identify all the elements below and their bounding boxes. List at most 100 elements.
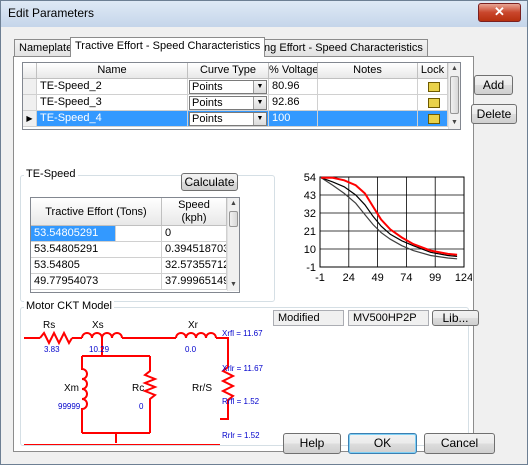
scroll-thumb[interactable] [450,76,459,114]
voltage-cell[interactable]: 92.86 [269,95,318,111]
te-speed-chart: -1 24 49 74 99 124 54 43 32 21 10 -1 [304,172,472,284]
x-tick-label: 124 [455,272,472,284]
lock-cell[interactable] [418,95,448,111]
te-speed-grid: Tractive Effort (Tons) Speed (kph) 53.54… [30,197,240,293]
lib-button[interactable]: Lib... [432,310,479,326]
rs-label: Rs [43,320,55,331]
library-id-field: MV500HP2P [348,310,429,326]
speed-cell[interactable]: 0.394518703 [162,242,227,258]
col-curve-type[interactable]: Curve Type [188,63,269,79]
lock-icon[interactable] [428,114,440,124]
speed-cell[interactable]: 0 [162,226,227,242]
tractive-effort-cell[interactable]: 49.77954073 [31,274,162,290]
curve-name-cell[interactable]: TE-Speed_3 [37,95,188,111]
curves-scrollbar[interactable]: ▲ ▼ [448,63,460,129]
lock-icon[interactable] [428,98,440,108]
dialog-content: Nameplate Tractive Effort - Speed Charac… [7,27,519,455]
ok-button[interactable]: OK [348,433,417,454]
scroll-up-icon[interactable]: ▲ [449,63,460,75]
tractive-effort-cell[interactable]: 53.54805291 [31,226,116,242]
x-tick-label: 99 [429,272,441,284]
scroll-down-icon[interactable]: ▼ [228,279,239,291]
cancel-button[interactable]: Cancel [424,433,495,454]
xr-value: 0.0 [185,345,197,354]
xs-value: 10.29 [89,345,110,354]
x-tick-label: -1 [315,272,325,284]
row-pointer-icon[interactable]: ▶ [23,111,37,127]
te-speed-group-label: TE-Speed [24,168,78,180]
lock-icon[interactable] [428,82,440,92]
voltage-cell[interactable]: 100 [269,111,318,127]
curve-type-cell[interactable]: Points ▼ [188,111,269,127]
curve-type-dropdown[interactable]: Points ▼ [189,80,267,94]
curve-type-value: Points [192,97,223,109]
notes-cell[interactable] [318,111,418,127]
curve-type-value: Points [192,81,223,93]
wire [216,337,229,367]
tab-nameplate[interactable]: Nameplate [14,39,78,56]
col-name[interactable]: Name [37,63,188,79]
scroll-down-icon[interactable]: ▼ [449,117,460,129]
filler-cell [116,226,162,242]
x-tick-label: 49 [371,272,383,284]
chevron-down-icon[interactable]: ▼ [253,113,266,125]
y-tick-label: 54 [304,172,316,184]
notes-cell[interactable] [318,79,418,95]
rrfl-annotation: Rrfl = 1.52 [222,397,260,406]
y-tick-label: 32 [304,208,316,220]
rrlr-annotation: Rrlr = 1.52 [222,431,260,440]
tractive-effort-cell[interactable]: 53.54805 [31,258,162,274]
scroll-up-icon[interactable]: ▲ [228,198,239,210]
tab-tractive-effort[interactable]: Tractive Effort - Speed Characteristics [70,37,266,57]
rs-value: 3.83 [44,345,60,354]
shunt-bottom-wire [82,432,150,443]
xr-inductor [175,332,217,339]
speed-cell[interactable]: 32.57355712 [162,258,227,274]
scroll-thumb[interactable] [229,211,238,227]
xm-inductor [81,356,88,433]
row-header[interactable] [23,79,37,95]
x-tick-label: 24 [343,272,355,284]
xs-inductor [81,332,123,339]
tractive-effort-cell[interactable]: 53.54805291 [31,242,162,258]
row-header-corner [23,63,37,79]
curve-type-cell[interactable]: Points ▼ [188,95,269,111]
rc-resistor [142,356,158,433]
speed-cell[interactable]: 37.99965149 [162,274,227,290]
curve-type-cell[interactable]: Points ▼ [188,79,269,95]
chevron-down-icon[interactable]: ▼ [253,97,266,109]
help-button[interactable]: Help [283,433,341,454]
edit-parameters-window: Edit Parameters ✕ Nameplate Tractive Eff… [0,0,528,465]
window-title: Edit Parameters [8,6,95,20]
add-button[interactable]: Add [474,75,513,95]
delete-button[interactable]: Delete [471,104,517,124]
notes-cell[interactable] [318,95,418,111]
curve-type-dropdown[interactable]: Points ▼ [189,112,267,126]
xs-label: Xs [92,320,104,331]
te-speed-scrollbar[interactable]: ▲ ▼ [227,198,239,291]
curves-grid: Name Curve Type % Voltage Notes Lock TE-… [22,62,461,130]
curve-name-cell[interactable]: TE-Speed_2 [37,79,188,95]
rs-resistor [39,330,73,346]
motor-status-field: Modified [273,310,344,326]
col-voltage[interactable]: % Voltage [269,63,318,79]
col-lock[interactable]: Lock [418,63,448,79]
col-tractive-effort[interactable]: Tractive Effort (Tons) [31,198,162,226]
xr-label: Xr [188,320,199,331]
curve-name-cell[interactable]: TE-Speed_4 [37,111,188,127]
col-notes[interactable]: Notes [318,63,418,79]
lock-cell[interactable] [418,111,448,127]
voltage-cell[interactable]: 80.96 [269,79,318,95]
xrfl-annotation: Xrfl = 11.67 [222,329,263,338]
row-header[interactable] [23,95,37,111]
lock-cell[interactable] [418,79,448,95]
rc-label: Rc [132,383,144,394]
rr-s-label: Rr/S [192,383,212,394]
curve-type-dropdown[interactable]: Points ▼ [189,96,267,110]
calculate-button[interactable]: Calculate [181,173,238,191]
chevron-down-icon[interactable]: ▼ [253,81,266,93]
rc-value: 0 [139,402,144,411]
col-speed[interactable]: Speed (kph) [162,198,227,226]
xrlr-annotation: Xrlr = 11.67 [222,364,263,373]
close-button[interactable]: ✕ [478,3,521,22]
